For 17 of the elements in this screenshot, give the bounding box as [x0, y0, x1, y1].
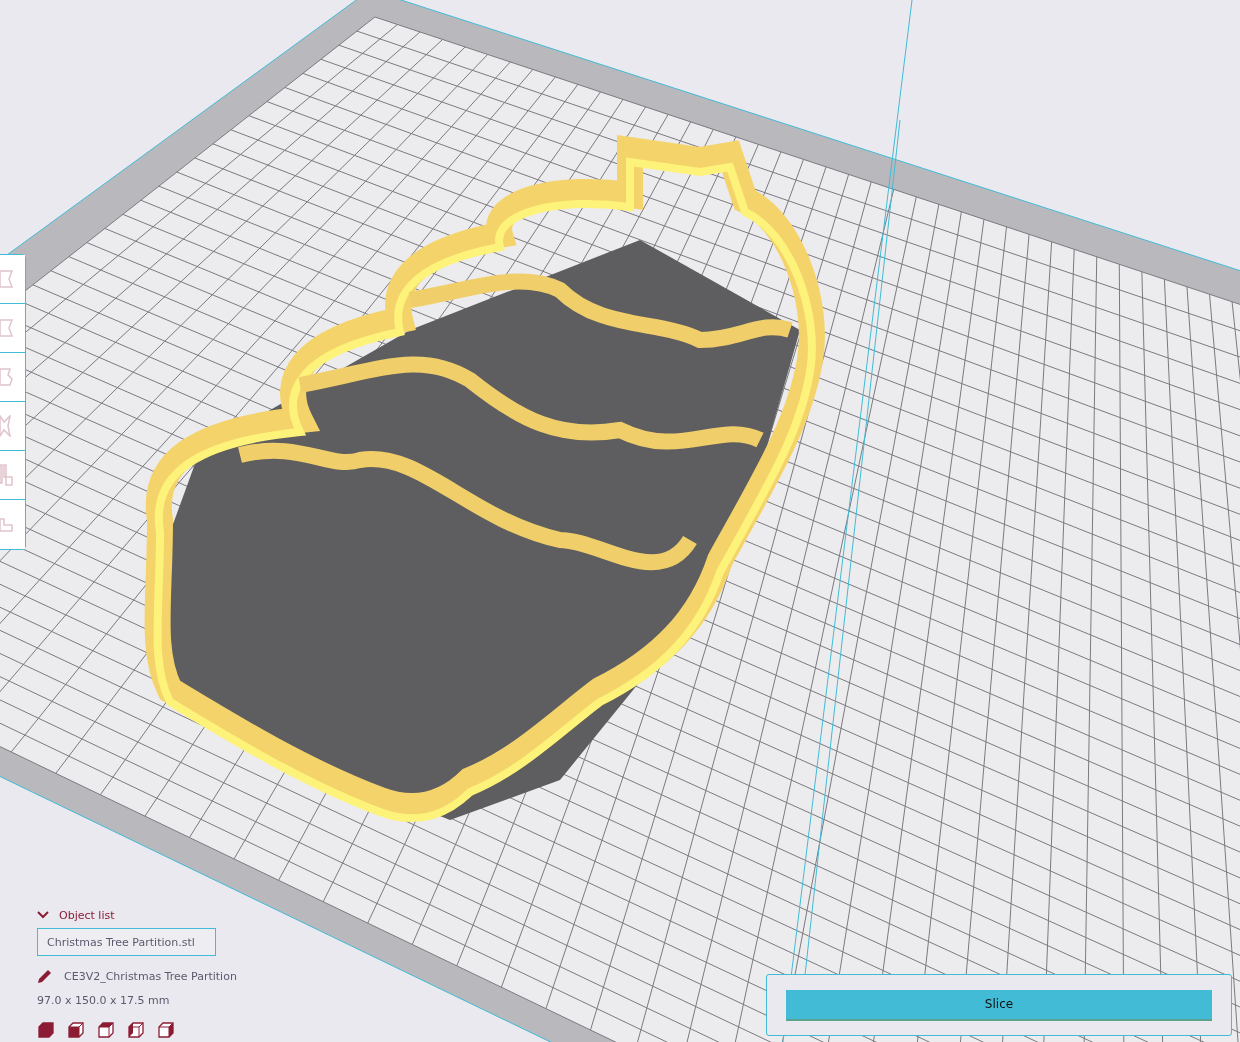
- job-name: CE3V2_Christmas Tree Partition: [64, 970, 237, 983]
- 3d-view-icon: [37, 1022, 54, 1039]
- camera-view-button[interactable]: [37, 1022, 54, 1039]
- pencil-icon[interactable]: [37, 969, 52, 984]
- camera-view-button[interactable]: [157, 1022, 174, 1039]
- right-view-icon: [157, 1022, 174, 1039]
- left-view-icon: [127, 1022, 144, 1039]
- front-view-icon: [67, 1022, 84, 1039]
- model-dimensions: 97.0 x 150.0 x 17.5 mm: [37, 994, 171, 1007]
- camera-view-button[interactable]: [67, 1022, 84, 1039]
- object-list-toggle[interactable]: Object list: [37, 906, 237, 924]
- top-view-icon: [97, 1022, 114, 1039]
- slice-button[interactable]: Slice: [786, 989, 1212, 1021]
- chevron-icon: [37, 911, 49, 919]
- camera-view-button[interactable]: [97, 1022, 114, 1039]
- object-list-item[interactable]: Christmas Tree Partition.stl: [37, 928, 216, 956]
- camera-view-button[interactable]: [127, 1022, 144, 1039]
